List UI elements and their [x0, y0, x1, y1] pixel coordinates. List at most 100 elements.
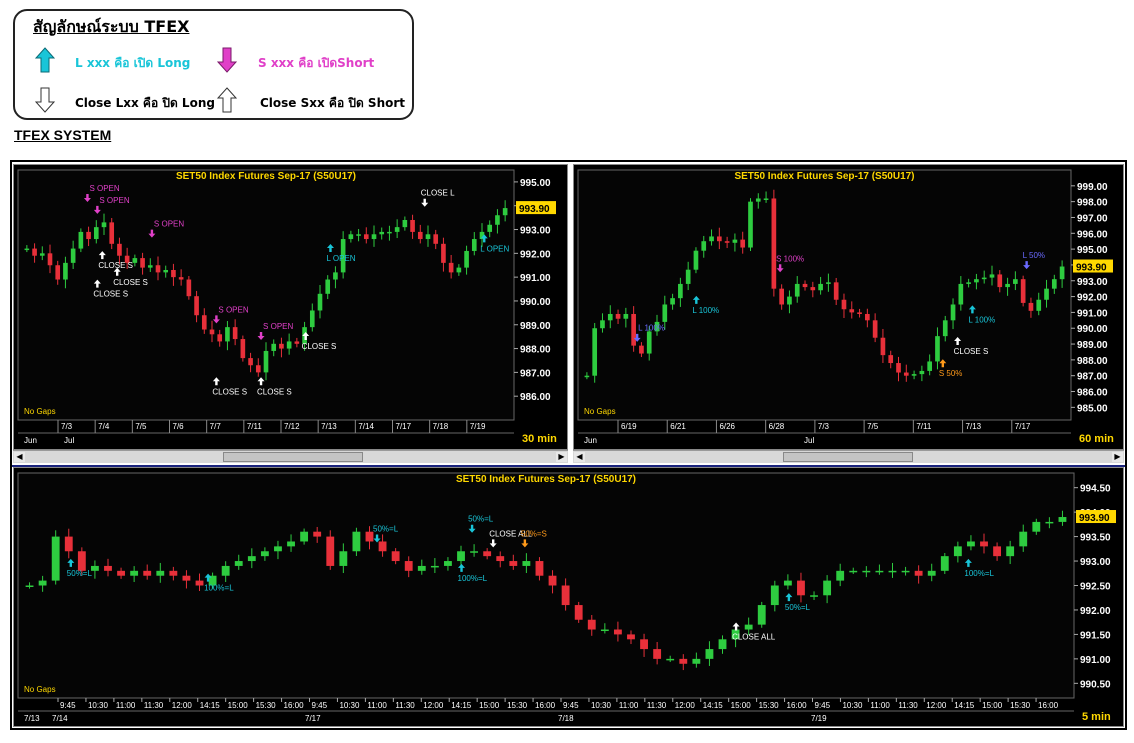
scroll-right-icon[interactable]: ▶: [556, 452, 567, 462]
signal-label: S 50%: [939, 369, 963, 378]
x-date-label: 7/17: [1015, 422, 1031, 431]
y-tick-label: 989.00: [520, 321, 551, 332]
x-time-label: 15:00: [228, 701, 249, 710]
signal-label: S OPEN: [263, 322, 293, 331]
candle-body: [90, 565, 99, 571]
candle-body: [587, 619, 596, 630]
scroll-left-icon[interactable]: ◀: [14, 452, 25, 462]
candle-body: [78, 231, 84, 249]
x-time-label: 14:15: [200, 701, 221, 710]
chart-30min-scrollbar[interactable]: ◀ ▶: [13, 450, 568, 463]
candle-body: [169, 570, 178, 576]
signal-label: 50%=L: [373, 524, 399, 533]
candle-body: [1028, 302, 1034, 311]
candle-body: [919, 370, 925, 375]
x-time-label: 15:30: [256, 701, 277, 710]
candle-body: [770, 585, 779, 606]
last-price-label: 993.90: [519, 204, 550, 215]
candle-body: [104, 565, 112, 571]
candle-body: [171, 270, 176, 278]
signal-label: 50%=L: [785, 603, 811, 612]
candle-body: [666, 658, 675, 661]
x-time-label: 14:15: [954, 701, 975, 710]
x-time-label: 9:45: [60, 701, 76, 710]
x-date-label: 7/18: [433, 422, 449, 431]
candle-body: [662, 304, 668, 322]
candle-body: [441, 243, 446, 263]
candle-body: [744, 624, 753, 630]
x-month-label: Jul: [804, 436, 814, 445]
candle-body: [692, 658, 701, 664]
candle-body: [927, 570, 936, 576]
scroll-left-icon[interactable]: ◀: [574, 452, 585, 462]
candle-body: [901, 570, 910, 573]
candle-body: [810, 287, 816, 291]
last-price-label: 993.90: [1079, 513, 1110, 524]
y-tick-label: 991.00: [1080, 655, 1111, 666]
candle-body: [404, 561, 413, 571]
candle-body: [143, 570, 152, 576]
scroll-right-icon[interactable]: ▶: [1112, 452, 1123, 462]
y-tick-label: 986.00: [520, 392, 551, 403]
y-tick-label: 992.00: [1077, 293, 1108, 304]
x-date-label: 7/13: [321, 422, 337, 431]
y-tick-label: 988.00: [1077, 356, 1108, 367]
y-tick-label: 985.00: [1077, 403, 1108, 414]
x-date-label: 7/18: [558, 714, 574, 723]
candle-body: [600, 629, 609, 632]
y-tick-label: 991.50: [1080, 630, 1111, 641]
chart-5min-panel[interactable]: 994.50994.00993.50993.00992.50992.00991.…: [13, 467, 1124, 727]
chart-60min-scrollbar[interactable]: ◀ ▶: [573, 450, 1124, 463]
candle-body: [836, 570, 845, 581]
x-time-label: 11:30: [395, 701, 415, 710]
chart-60min: 999.00998.00997.00996.00995.00994.00993.…: [577, 169, 1114, 445]
candle-body: [63, 262, 68, 280]
chart-30min-panel[interactable]: 995.00994.00993.00992.00991.00990.00989.…: [13, 164, 568, 450]
x-time-label: 9:45: [815, 701, 831, 710]
candle-body: [942, 320, 948, 337]
candle-body: [352, 531, 361, 552]
candle-body: [433, 234, 439, 244]
x-date-label: 6/21: [670, 422, 686, 431]
x-date-label: 7/13: [966, 422, 982, 431]
candle-body: [950, 304, 956, 321]
candle-body: [857, 312, 862, 314]
y-tick-label: 987.00: [520, 368, 551, 379]
candle-body: [823, 580, 832, 596]
y-tick-label: 993.00: [1077, 277, 1108, 288]
candle-body: [872, 320, 878, 338]
x-time-label: 11:30: [144, 701, 164, 710]
candle-body: [841, 299, 847, 310]
candle-body: [483, 551, 492, 557]
candle-body: [615, 313, 621, 319]
y-tick-label: 989.00: [1077, 340, 1108, 351]
system-title: TFEX SYSTEM: [14, 127, 112, 143]
candle-body: [833, 282, 839, 300]
chart-60min-panel[interactable]: 999.00998.00997.00996.00995.00994.00993.…: [573, 164, 1124, 450]
x-time-label: 11:30: [898, 701, 918, 710]
candle-body: [875, 570, 884, 573]
candle-body: [156, 570, 165, 576]
candle-body: [294, 341, 300, 344]
candle-body: [502, 208, 508, 216]
candle-body: [470, 551, 479, 553]
candle-body: [495, 215, 500, 225]
candle-body: [109, 222, 115, 244]
scroll-thumb[interactable]: [783, 452, 913, 462]
scroll-thumb[interactable]: [223, 452, 363, 462]
y-tick-label: 988.00: [520, 345, 551, 356]
candle-body: [326, 536, 335, 566]
y-tick-label: 990.00: [520, 297, 551, 308]
candle-body: [701, 241, 707, 251]
candle-body: [77, 551, 86, 571]
x-time-label: 9:45: [312, 701, 328, 710]
candle-body: [371, 234, 377, 240]
x-month-label: Jun: [584, 436, 597, 445]
candle-body: [240, 339, 246, 359]
candle-body: [378, 541, 387, 552]
no-gaps-label: No Gaps: [24, 685, 56, 694]
y-tick-label: 990.50: [1080, 679, 1111, 690]
candle-body: [1045, 521, 1054, 524]
signal-label: 50%=L: [468, 515, 494, 524]
candle-body: [679, 658, 688, 664]
